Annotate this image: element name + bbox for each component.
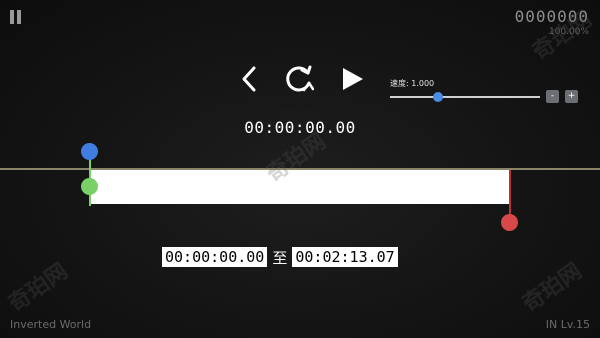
start-handle[interactable] xyxy=(81,178,98,195)
play-button[interactable] xyxy=(338,64,368,94)
watermark: 奇珀网 xyxy=(4,258,73,318)
restart-button[interactable] xyxy=(284,64,315,94)
level-name: Inverted World xyxy=(10,318,92,331)
level-code: IN Lv.15 xyxy=(545,318,590,331)
range-end-time[interactable]: 00:02:13.07 xyxy=(292,247,398,267)
selected-clip-bar[interactable] xyxy=(90,170,509,204)
speed-increase-button[interactable]: + xyxy=(565,90,578,103)
range-start-time[interactable]: 00:00:00.00 xyxy=(162,247,268,267)
play-icon xyxy=(343,68,363,90)
speed-slider-thumb[interactable] xyxy=(433,92,443,102)
pause-icon[interactable] xyxy=(9,10,23,24)
previous-button[interactable] xyxy=(236,64,266,94)
speed-label: 速度: 1.000 xyxy=(390,79,435,88)
restart-icon xyxy=(286,65,315,92)
speed-decrease-button[interactable]: - xyxy=(546,90,559,103)
speed-slider[interactable] xyxy=(390,96,540,98)
end-marker-line xyxy=(509,170,511,216)
range-separator: 至 xyxy=(272,248,288,267)
playhead-handle[interactable] xyxy=(81,143,98,160)
time-range: 00:00:00.00 至 00:02:13.07 xyxy=(162,247,398,267)
end-handle[interactable] xyxy=(501,214,518,231)
watermark: 奇珀网 xyxy=(518,258,587,318)
chevron-left-icon xyxy=(242,66,256,92)
